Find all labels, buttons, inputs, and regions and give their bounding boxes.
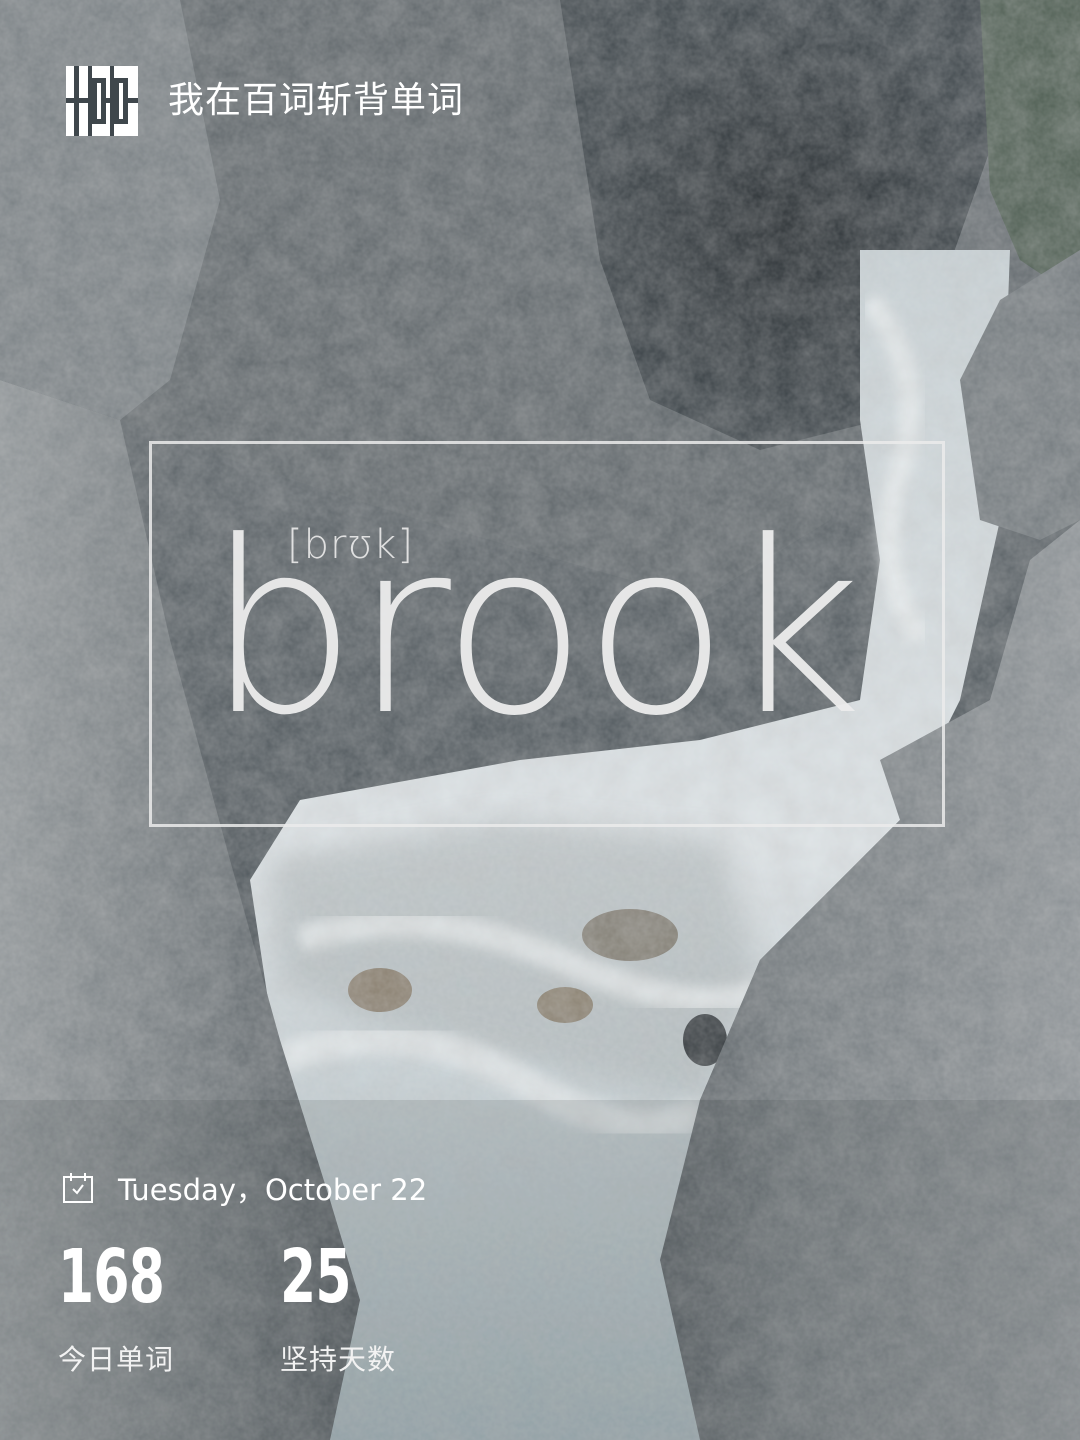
word-title: brook xyxy=(206,491,863,768)
date-row: Tuesday，October 22 xyxy=(62,1170,428,1207)
share-poster: 我在百词斩背单词 [brʊk] brook Tuesday，October 22… xyxy=(0,0,1080,1440)
brand-header: 我在百词斩背单词 xyxy=(66,66,464,136)
stat-label: 坚持天数 xyxy=(280,1343,397,1376)
stat-value: 25 xyxy=(280,1234,351,1320)
stat-streak-days: 25 坚持天数 xyxy=(280,1236,396,1378)
baicizhan-100-logo-icon xyxy=(66,66,138,136)
date-text: Tuesday，October 22 xyxy=(118,1173,428,1207)
stat-value: 168 xyxy=(58,1234,165,1320)
stat-label: 今日单词 xyxy=(58,1343,175,1376)
calendar-check-icon xyxy=(63,1173,93,1203)
stat-today-words: 168 今日单词 xyxy=(58,1236,194,1378)
brand-slogan: 我在百词斩背单词 xyxy=(168,80,465,121)
